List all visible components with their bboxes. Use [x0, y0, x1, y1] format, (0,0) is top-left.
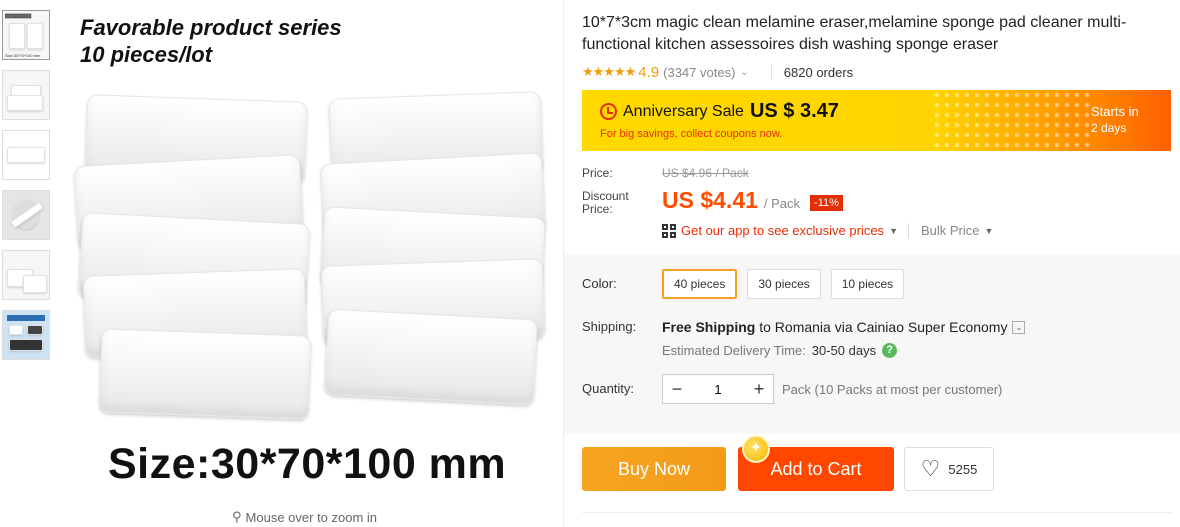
estimated-delivery: Estimated Delivery Time: 30-50 days ?	[662, 343, 898, 358]
discount-badge: -11%	[810, 195, 843, 211]
quantity-stepper: − +	[662, 374, 774, 404]
shipping-info: Free Shipping to Romania via Cainiao Sup…	[662, 319, 1026, 335]
rating-value: 4.9	[638, 63, 660, 81]
thumbnail-3[interactable]	[2, 130, 50, 180]
rating-row: ★★★★★ 4.9 (3347 votes) ⌄ 6820 orders	[582, 62, 853, 82]
zoom-hint: ⚲ Mouse over to zoom in	[232, 509, 378, 525]
heart-icon: ♡	[920, 456, 941, 481]
image-size-text: Size:30*70*100 mm	[108, 440, 507, 488]
caret-down-icon[interactable]: ▼	[889, 226, 898, 236]
thumbnail-caption: ▓▓▓▓▓▓▓▓▓	[5, 13, 32, 18]
discount-unit: / Pack	[763, 196, 801, 211]
estimated-label: Estimated Delivery Time:	[662, 343, 806, 358]
thumbnail-2[interactable]	[2, 70, 50, 120]
quantity-label: Quantity:	[582, 381, 635, 396]
banner-pattern	[932, 90, 1092, 151]
discount-label: Discount Price:	[582, 189, 629, 216]
buy-now-button[interactable]: Buy Now	[582, 447, 726, 491]
wishlist-count: 5255	[948, 461, 978, 477]
qr-code-icon	[662, 223, 676, 238]
sale-price: US $ 3.47	[749, 100, 839, 122]
thumbnail-5[interactable]	[2, 250, 50, 300]
plus-icon[interactable]: +	[745, 379, 773, 400]
caret-down-icon[interactable]: ▼	[985, 226, 994, 236]
estimated-days: 30-50 days	[811, 343, 877, 358]
magnifier-icon: ⚲	[232, 509, 242, 524]
price-label: Price:	[582, 166, 613, 180]
color-option-30-pieces[interactable]: 30 pieces	[747, 269, 821, 299]
quantity-input[interactable]	[691, 381, 745, 397]
coin-icon	[742, 435, 770, 463]
action-buttons: Buy Now Add to Cart ♡ 5255	[582, 435, 994, 491]
original-price: US $4.96 / Pack	[662, 166, 749, 180]
image-title: Favorable product series 10 pieces/lot	[80, 15, 342, 67]
rating-stars-icon: ★★★★★	[582, 64, 636, 79]
quantity-note: Pack (10 Packs at most per customer)	[782, 382, 1003, 397]
product-page: ▓▓▓▓▓▓▓▓▓ Size:30*70*100 mm Favorable pr…	[0, 0, 1180, 527]
divider	[582, 512, 1172, 513]
color-option-40-pieces[interactable]: 40 pieces	[662, 269, 738, 299]
sale-label: Anniversary Sale	[623, 102, 744, 120]
product-title: 10*7*3cm magic clean melamine eraser,mel…	[582, 14, 1127, 53]
shipping-label: Shipping:	[582, 319, 637, 334]
shipping-destination: to Romania via Cainiao Super Economy	[755, 319, 1008, 335]
clock-icon	[600, 103, 617, 120]
sale-subtitle: For big savings, collect coupons now.	[600, 128, 783, 140]
sale-countdown: Starts in 2 days	[1091, 104, 1139, 135]
wishlist-button[interactable]: ♡ 5255	[904, 447, 994, 491]
add-to-cart-button[interactable]: Add to Cart	[738, 435, 894, 491]
color-options: 40 pieces 30 pieces 10 pieces	[662, 269, 905, 299]
thumbnail-4[interactable]	[2, 190, 50, 240]
thumbnail-1[interactable]: ▓▓▓▓▓▓▓▓▓ Size:30*70*100 mm	[2, 10, 50, 60]
thumbnail-list: ▓▓▓▓▓▓▓▓▓ Size:30*70*100 mm	[2, 10, 52, 370]
sale-banner: Anniversary Sale US $ 3.47 For big savin…	[582, 90, 1171, 151]
orders-count: 6820 orders	[783, 64, 854, 80]
discount-value: US $4.41	[662, 187, 758, 213]
color-label: Color:	[582, 276, 617, 291]
divider	[770, 65, 772, 79]
votes-link[interactable]: (3347 votes)	[663, 65, 735, 80]
chevron-down-icon[interactable]: ⌄	[1012, 320, 1026, 334]
thumbnail-size-text: Size:30*70*100 mm	[5, 53, 41, 58]
main-product-image[interactable]: Favorable product series 10 pieces/lot S…	[60, 0, 570, 500]
bulk-price-link[interactable]: Bulk Price	[907, 223, 980, 238]
thumbnail-6[interactable]	[2, 310, 50, 360]
app-price-link[interactable]: Get our app to see exclusive prices	[681, 223, 884, 238]
color-option-10-pieces[interactable]: 10 pieces	[830, 269, 905, 299]
minus-icon[interactable]: −	[663, 379, 691, 400]
discount-price: US $4.41 / Pack -11%	[662, 187, 843, 214]
sponge-block	[323, 308, 539, 406]
help-icon[interactable]: ?	[882, 343, 898, 358]
options-panel: Color: 40 pieces 30 pieces 10 pieces Shi…	[564, 254, 1180, 434]
app-price-row: Get our app to see exclusive prices ▼ Bu…	[662, 223, 993, 238]
sponge-block	[98, 328, 312, 420]
free-shipping-text: Free Shipping	[662, 319, 756, 335]
chevron-down-icon[interactable]: ⌄	[740, 67, 748, 78]
